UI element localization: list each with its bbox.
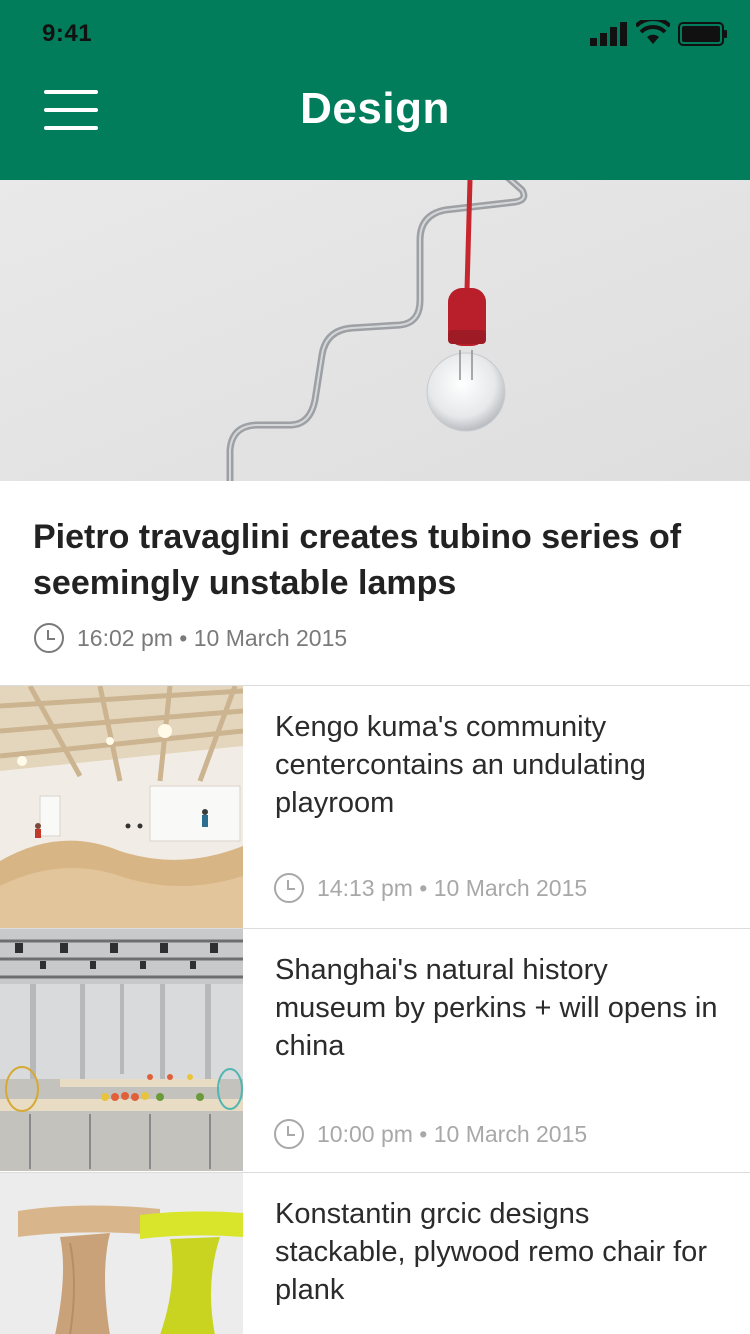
featured-article-title[interactable]: Pietro travaglini creates tubino series … — [33, 514, 717, 606]
clock-icon — [34, 623, 64, 653]
app-header: 9:41 Design — [0, 0, 750, 180]
article-date: 10 March 2015 — [193, 624, 348, 651]
signal-icon — [590, 22, 627, 46]
article-date: 10 March 2015 — [433, 1120, 588, 1147]
article-thumbnail — [0, 929, 243, 1171]
article-title[interactable]: Shanghai's natural history museum by per… — [275, 951, 725, 1065]
article-meta: 14:13 pm • 10 March 2015 — [273, 872, 587, 904]
clock-icon — [274, 873, 304, 903]
lamp-photo — [0, 180, 750, 481]
list-item[interactable]: Kengo kuma's community centercontains an… — [0, 685, 750, 928]
meta-separator: • — [412, 1120, 434, 1147]
meta-separator: • — [412, 874, 434, 901]
battery-icon — [678, 22, 727, 46]
wifi-icon — [636, 20, 670, 44]
article-title[interactable]: Konstantin grcic designs stackable, plyw… — [275, 1195, 725, 1309]
status-bar: 9:41 — [0, 0, 750, 66]
clock-icon — [274, 1119, 304, 1149]
article-title[interactable]: Kengo kuma's community centercontains an… — [275, 708, 725, 822]
list-item[interactable]: Shanghai's natural history museum by per… — [0, 928, 750, 1171]
list-item[interactable]: Konstantin grcic designs stackable, plyw… — [0, 1172, 750, 1334]
status-time: 9:41 — [42, 20, 93, 47]
article-time: 10:00 pm — [317, 1120, 413, 1147]
article-time: 14:13 pm — [317, 874, 413, 901]
article-thumbnail — [0, 686, 243, 928]
article-meta: 10:00 pm • 10 March 2015 — [273, 1118, 587, 1150]
article-thumbnail — [0, 1173, 243, 1334]
page-title: Design — [300, 84, 450, 133]
article-date: 10 March 2015 — [433, 874, 588, 901]
article-time: 16:02 pm — [77, 624, 173, 651]
featured-article-meta: 16:02 pm • 10 March 2015 — [33, 622, 347, 654]
meta-separator: • — [172, 624, 194, 651]
featured-article-image[interactable] — [0, 180, 750, 481]
